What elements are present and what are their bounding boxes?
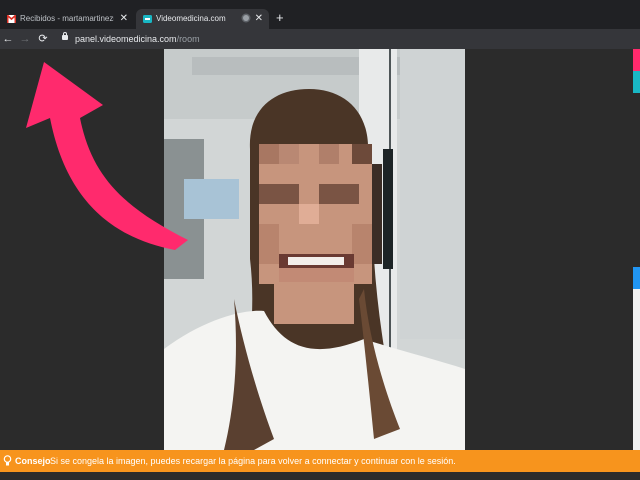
lightbulb-icon (3, 455, 12, 466)
gmail-icon (7, 15, 16, 23)
video-feed (164, 49, 465, 450)
tab-title: Videomedicina.com (156, 14, 226, 23)
close-icon[interactable]: ✕ (120, 9, 128, 29)
lock-icon (62, 32, 68, 40)
side-indicator (633, 71, 640, 93)
video-room (0, 49, 640, 450)
side-indicator (633, 49, 640, 71)
forward-icon[interactable]: → (17, 31, 33, 47)
tab-videomedicina[interactable]: Videomedicina.com ✕ (136, 9, 269, 29)
tip-banner: Consejo Si se congela la imagen, puedes … (0, 450, 640, 472)
new-tab-icon[interactable]: + (276, 11, 284, 25)
browser-toolbar: ← → ⟳ panel.videomedicina.com/room (0, 29, 640, 49)
bottom-bar (0, 472, 640, 480)
videomedicina-icon (143, 15, 152, 23)
url-text: panel.videomedicina.com/room (75, 31, 200, 47)
tip-message: Si se congela la imagen, puedes recargar… (50, 456, 456, 466)
back-icon[interactable]: ← (0, 31, 16, 47)
side-indicator (633, 289, 640, 450)
tip-label: Consejo (15, 456, 51, 466)
tab-title: Recibidos - martamartinezmartinez (20, 14, 114, 23)
url-path: /room (176, 34, 200, 44)
address-bar[interactable]: panel.videomedicina.com/room (58, 31, 636, 47)
recording-icon (243, 15, 249, 21)
url-domain: panel.videomedicina.com (75, 34, 177, 44)
tab-gmail[interactable]: Recibidos - martamartinezmartinez ✕ (0, 9, 134, 29)
close-icon[interactable]: ✕ (255, 9, 263, 29)
side-indicator (633, 267, 640, 289)
reload-icon[interactable]: ⟳ (35, 31, 51, 47)
tab-strip: Recibidos - martamartinezmartinez ✕ Vide… (0, 0, 640, 29)
